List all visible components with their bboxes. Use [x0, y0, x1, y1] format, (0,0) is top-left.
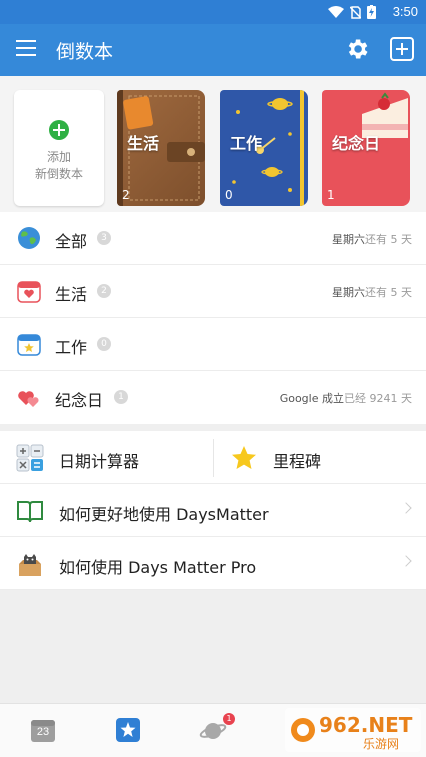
- next-event: 星期六还有 5 天: [332, 233, 412, 246]
- book-count: 1: [327, 188, 335, 202]
- calendar-day-number: 23: [36, 726, 50, 738]
- nav-books[interactable]: [114, 716, 142, 744]
- howto-daysmatter-row[interactable]: 如何更好地使用 DaysMatter: [0, 484, 426, 537]
- next-event: 星期六还有 5 天: [332, 286, 412, 299]
- category-row-life[interactable]: 生活 2 星期六还有 5 天: [0, 265, 426, 318]
- book-icon: [17, 501, 43, 523]
- howto-pro-row[interactable]: 如何使用 Days Matter Pro: [0, 537, 426, 590]
- book-count: 0: [225, 188, 233, 202]
- watermark-logo: 962.NET 乐游网: [285, 708, 421, 752]
- hearts-icon: [18, 391, 39, 407]
- calendar-star-icon: [17, 334, 41, 356]
- category-label: 纪念日: [55, 391, 104, 410]
- date-calculator-button[interactable]: 日期计算器: [0, 431, 213, 484]
- category-row-work[interactable]: 工作 0: [0, 318, 426, 371]
- milestone-label: 里程碑: [273, 452, 322, 471]
- wifi-icon: [328, 5, 344, 18]
- add-icon: [49, 120, 69, 140]
- book-name: 纪念日: [332, 134, 381, 153]
- chevron-right-icon: [400, 555, 412, 567]
- book-name: 生活: [127, 134, 160, 153]
- category-label: 全部: [55, 232, 88, 251]
- next-event: Google 成立已经 9241 天: [279, 392, 412, 405]
- count-badge: 2: [97, 284, 111, 298]
- menu-icon[interactable]: [16, 40, 36, 60]
- category-list: 全部 3 星期六还有 5 天 生活 2 星期六还有 5 天 工作 0 纪念日 1…: [0, 212, 426, 424]
- nav-planet[interactable]: 1: [199, 713, 235, 744]
- page-title: 倒数本: [56, 41, 114, 63]
- calculator-icon: [16, 444, 44, 472]
- count-badge: 3: [97, 231, 111, 245]
- milestone-button[interactable]: 里程碑: [214, 431, 426, 484]
- howto-pro-label: 如何使用 Days Matter Pro: [59, 558, 257, 577]
- calendar-heart-icon: [17, 281, 41, 303]
- category-label: 生活: [55, 285, 88, 304]
- book-shelf: 添加 新倒数本 生活 2 工作 0 纪念日 1: [0, 76, 426, 212]
- watermark-graphic: 962.NET 乐游网: [285, 708, 421, 752]
- nav-calendar[interactable]: 23: [29, 716, 57, 744]
- tools-section: 日期计算器 里程碑 如何更好地使用 DaysMatter 如何使用 Days M…: [0, 431, 426, 590]
- tools-row: 日期计算器 里程碑: [0, 431, 426, 484]
- book-anniversary[interactable]: 纪念日 1: [322, 90, 410, 206]
- category-row-anniversary[interactable]: 纪念日 1 Google 成立已经 9241 天: [0, 371, 426, 424]
- category-row-all[interactable]: 全部 3 星期六还有 5 天: [0, 212, 426, 265]
- book-work[interactable]: 工作 0: [220, 90, 308, 206]
- watermark-sub: 乐游网: [363, 737, 399, 751]
- status-icons: [328, 5, 376, 19]
- star-nav-icon: [116, 718, 140, 742]
- category-label: 工作: [55, 338, 88, 357]
- add-card-line2: 新倒数本: [34, 167, 83, 181]
- globe-icon: [18, 227, 40, 249]
- clock: 3:50: [392, 4, 418, 19]
- watermark-brand: 962.NET: [319, 713, 413, 737]
- count-badge: 1: [114, 390, 128, 404]
- book-count: 2: [122, 188, 130, 202]
- star-icon: [232, 446, 256, 469]
- date-calculator-label: 日期计算器: [59, 452, 140, 471]
- add-book-icon[interactable]: [390, 37, 414, 61]
- howto-daysmatter-label: 如何更好地使用 DaysMatter: [59, 505, 269, 524]
- book-name: 工作: [230, 134, 263, 153]
- count-badge: 0: [97, 337, 111, 351]
- battery-charging-icon: [367, 5, 376, 19]
- add-book-card[interactable]: 添加 新倒数本: [14, 90, 104, 206]
- app-bar: 倒数本: [0, 24, 426, 76]
- add-card-line1: 添加: [46, 150, 71, 164]
- notification-badge: 1: [223, 713, 235, 725]
- gear-icon[interactable]: [344, 36, 370, 62]
- chevron-right-icon: [400, 502, 412, 514]
- no-sim-icon: [350, 5, 361, 19]
- status-bar: 3:50: [0, 0, 426, 24]
- cat-box-icon: [19, 554, 41, 576]
- book-life[interactable]: 生活 2: [117, 90, 205, 206]
